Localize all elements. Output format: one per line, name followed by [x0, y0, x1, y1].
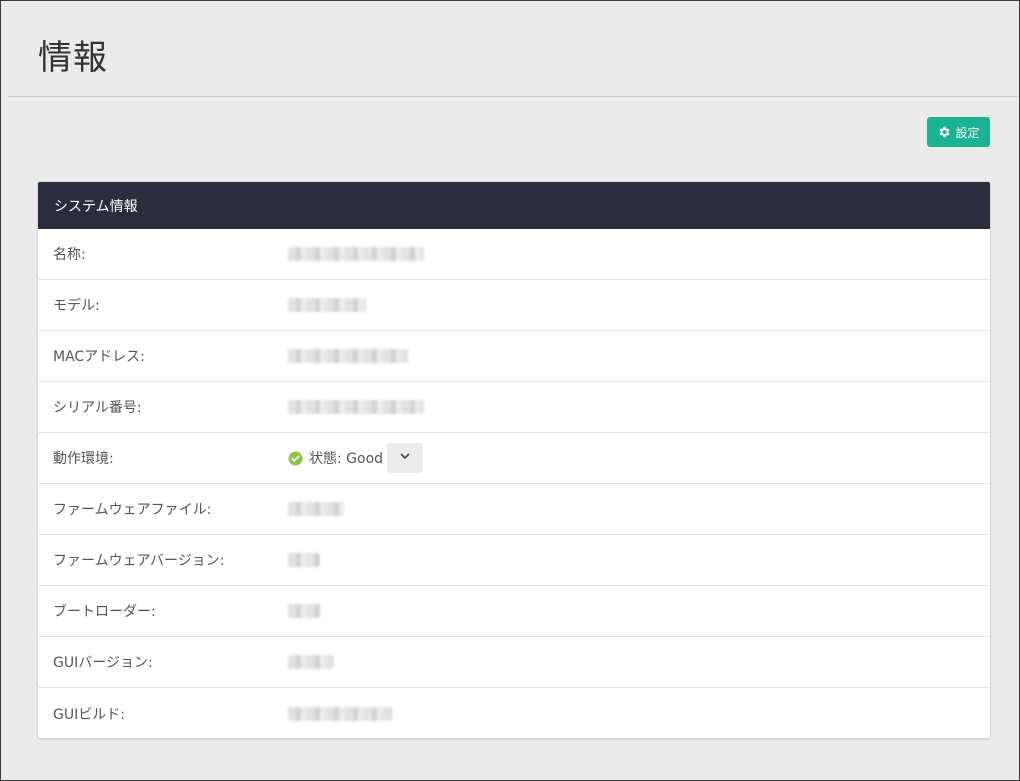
row-value-redacted: [288, 604, 320, 618]
row-value-redacted: [288, 298, 366, 312]
info-row-firmware-file: ファームウェアファイル:: [38, 484, 990, 535]
info-row-gui-version: GUIバージョン:: [38, 637, 990, 688]
environment-status: 状態: Good: [288, 443, 424, 473]
row-label: GUIバージョン:: [53, 655, 153, 671]
info-row-gui-build: GUIビルド:: [38, 688, 990, 738]
row-value-redacted: [288, 400, 424, 414]
row-label: GUIビルド:: [53, 706, 125, 723]
info-row-firmware-version: ファームウェアバージョン:: [38, 535, 990, 586]
row-value-redacted: [288, 349, 408, 363]
row-value-redacted: [288, 553, 320, 567]
chevron-down-icon: [399, 450, 411, 466]
page-title: 情報: [38, 38, 108, 78]
info-row-mac-address: MACアドレス:: [38, 331, 990, 382]
row-label: シリアル番号:: [53, 400, 142, 416]
info-row-serial-number: シリアル番号:: [38, 382, 990, 433]
row-label: MACアドレス:: [53, 349, 145, 365]
check-circle-icon: [288, 450, 303, 466]
info-row-bootloader: ブートローダー:: [38, 586, 990, 637]
gear-icon: [937, 125, 951, 139]
status-text: 状態: Good: [309, 451, 384, 467]
row-value-redacted: [288, 706, 392, 721]
settings-button-label: 設定: [955, 125, 980, 140]
row-label: モデル:: [53, 298, 100, 314]
row-label: 動作環境:: [53, 451, 114, 467]
title-divider: [8, 96, 1018, 97]
settings-button[interactable]: 設定: [927, 117, 990, 147]
info-row-name: 名称:: [38, 229, 990, 280]
row-value-redacted: [288, 502, 344, 516]
row-label: ブートローダー:: [53, 604, 156, 620]
panel-header: システム情報: [38, 182, 990, 229]
status-expand-button[interactable]: [387, 443, 424, 473]
row-value-redacted: [288, 247, 424, 261]
system-info-panel: システム情報 名称: モデル: MACアドレス: シリアル番号: 動作環境: 状…: [37, 181, 991, 739]
row-label: 名称:: [53, 247, 86, 263]
row-label: ファームウェアファイル:: [53, 502, 212, 518]
row-label: ファームウェアバージョン:: [53, 553, 225, 569]
row-value-redacted: [288, 655, 334, 669]
info-row-environment: 動作環境: 状態: Good: [38, 433, 990, 484]
info-row-model: モデル:: [38, 280, 990, 331]
